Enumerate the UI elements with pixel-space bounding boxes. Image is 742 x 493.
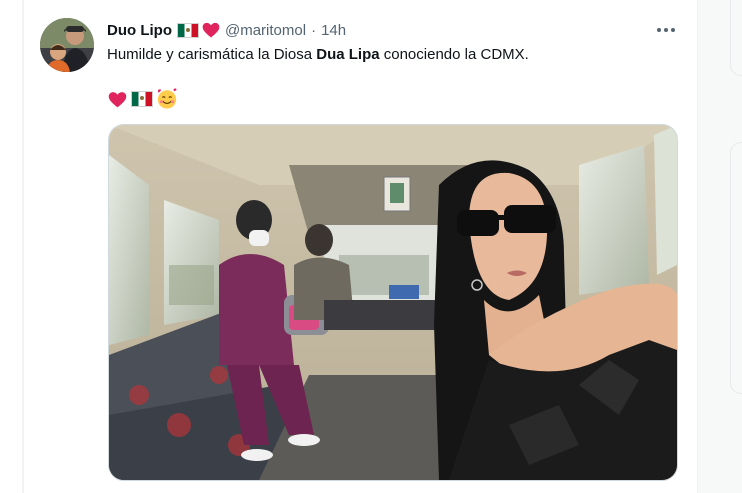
mexico-flag-icon	[176, 22, 199, 38]
photo-content	[109, 125, 677, 480]
smiling-face-with-hearts-icon	[157, 88, 177, 109]
header-separator: ·	[311, 21, 317, 39]
more-options-button[interactable]	[654, 20, 678, 40]
heart-icon	[108, 91, 127, 107]
user-handle[interactable]: @maritomol	[225, 22, 306, 39]
tweet-text-bold: Dua Lipa	[316, 46, 380, 63]
tweet-emoji-line	[107, 88, 178, 110]
tweet-text-start: Humilde y carismática la Diosa	[107, 46, 317, 63]
tweet-text-end: conociendo la CDMX.	[379, 46, 529, 63]
tweet-media-photo[interactable]	[108, 124, 678, 481]
display-name[interactable]: Duo Lipo	[107, 22, 172, 39]
avatar-image	[40, 18, 94, 72]
sidebar-search-box-edge[interactable]	[730, 0, 742, 76]
heart-icon	[202, 22, 220, 38]
tweet-header: Duo Lipo @maritomol · 14h	[107, 20, 346, 40]
tweet-timestamp[interactable]: 14h	[321, 22, 346, 39]
avatar[interactable]	[40, 18, 94, 72]
sidebar-trends-box-edge[interactable]	[730, 142, 742, 394]
mexico-flag-icon	[131, 91, 153, 107]
more-dot-icon	[657, 28, 661, 32]
more-dot-icon	[671, 28, 675, 32]
left-column-edge	[0, 0, 23, 493]
tweet-text: Humilde y carismática la Diosa Dua Lipa …	[107, 45, 529, 65]
more-dot-icon	[664, 28, 668, 32]
